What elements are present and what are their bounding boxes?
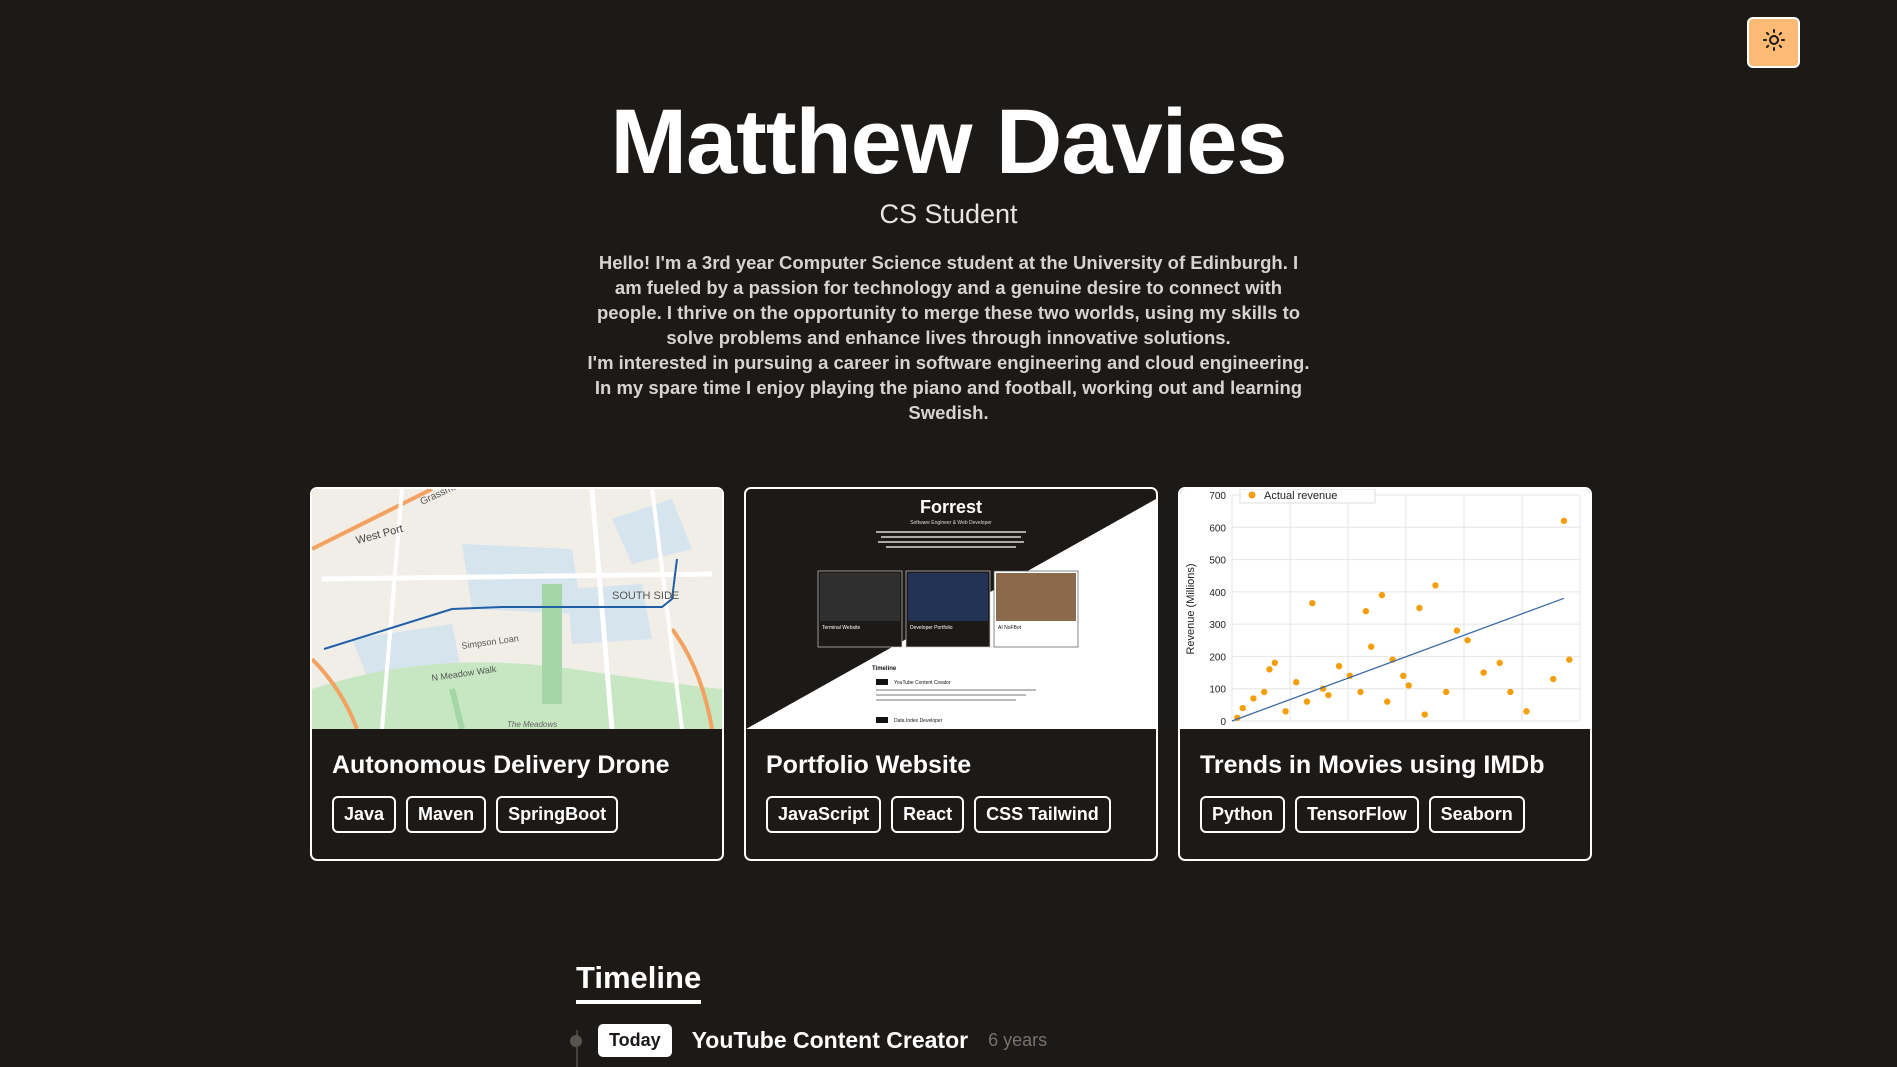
project-title: Portfolio Website [766, 751, 972, 779]
scatter-point [1384, 698, 1391, 705]
scatter-point [1566, 656, 1573, 663]
project-title: Autonomous Delivery Drone [332, 751, 670, 779]
tag-list: Python TensorFlow Seaborn [1200, 795, 1570, 834]
tag: JavaScript [766, 795, 882, 834]
y-tick-label: 100 [1209, 685, 1226, 696]
role-subtitle: CS Student [879, 199, 1018, 230]
project-card-delivery-drone[interactable]: Grassmarket West Port SOUTH SIDE Simpson… [310, 487, 724, 861]
scatter-point [1293, 679, 1300, 686]
scatter-point [1368, 643, 1375, 650]
timeline-entry-duration: 6 years [988, 1030, 1048, 1050]
tag: React [891, 795, 965, 834]
map-label: SOUTH SIDE [612, 590, 679, 602]
project-card-imdb-trends[interactable]: 0 100 200 300 400 500 600 700 Revenue (Millions… [1178, 487, 1592, 861]
mini-timeline-heading: Timeline [872, 666, 897, 672]
timeline-entry-title: YouTube Content Creator [691, 1027, 969, 1053]
timeline-heading: Timeline [576, 960, 702, 1004]
scatter-point [1309, 599, 1316, 607]
timeline-dot [570, 1034, 582, 1047]
project-card-portfolio[interactable]: Forrest Software Engineer & Web Develope… [744, 487, 1158, 861]
scatter-point [1260, 688, 1268, 696]
scatter-point [1421, 711, 1428, 718]
mini-card-title: Developer Portfolio [910, 625, 953, 631]
scatter-point [1357, 688, 1364, 696]
projects-grid: Grassmarket West Port SOUTH SIDE Simpson… [310, 487, 1592, 861]
trend-line [1231, 597, 1565, 722]
scatter-point [1239, 704, 1246, 712]
y-tick-label: 700 [1209, 491, 1226, 502]
scatter-point [1550, 675, 1557, 683]
bio-paragraph: Hello! I'm a 3rd year Computer Science s… [596, 252, 1301, 349]
scatter-point [1303, 698, 1311, 705]
timeline-entry: Today YouTube Content Creator 6 years [570, 1024, 1047, 1057]
scatter-point [1266, 666, 1273, 673]
map-label: The Meadows [507, 720, 557, 729]
scatter-point [1442, 688, 1450, 696]
y-tick-label: 400 [1209, 588, 1226, 599]
tag: TensorFlow [1295, 795, 1419, 834]
timeline-section: Timeline Today YouTube Content Creator 6… [570, 960, 1047, 1067]
site-subtitle: Software Engineer & Web Developer [910, 520, 992, 526]
scatter-point [1523, 708, 1530, 715]
scatter-point [1362, 608, 1370, 615]
hero: Matthew Davies CS Student Hello! I'm a 3… [0, 0, 1897, 425]
mini-timeline-item: YouTube Content Creator [894, 680, 951, 686]
tag-list: Java Maven SpringBoot [332, 795, 702, 834]
y-tick-label: 0 [1220, 717, 1226, 728]
tag: Python [1200, 795, 1285, 834]
project-thumbnail-map: Grassmarket West Port SOUTH SIDE Simpson… [312, 489, 722, 729]
bio-paragraph: I'm interested in pursuing a career in s… [587, 352, 1310, 424]
scatter-point [1507, 688, 1514, 696]
mini-card-title: AI NoFBot [998, 625, 1022, 631]
bio: Hello! I'm a 3rd year Computer Science s… [584, 250, 1314, 425]
tag: Maven [406, 795, 487, 834]
project-thumbnail-chart: 0 100 200 300 400 500 600 700 Revenue (Millions… [1180, 489, 1590, 729]
scatter-point [1250, 695, 1257, 702]
mini-card-title: Terminal Website [822, 625, 860, 631]
scatter-point [1405, 682, 1412, 689]
scatter-point [1496, 659, 1503, 667]
scatter-point [1378, 591, 1386, 599]
tag: Java [332, 795, 397, 834]
timeline-badge: Today [598, 1024, 672, 1057]
y-tick-label: 600 [1209, 523, 1226, 534]
scatter-point [1400, 672, 1407, 679]
y-tick-label: 500 [1209, 556, 1226, 567]
site-title: Forrest [920, 497, 982, 517]
scatter-point [1416, 604, 1423, 612]
scatter-point [1325, 691, 1332, 699]
page-title: Matthew Davies [610, 91, 1287, 193]
y-axis-label: Revenue (Millions) [1185, 563, 1197, 654]
tag: SpringBoot [496, 795, 619, 834]
legend-label: Actual revenue [1264, 490, 1337, 502]
y-tick-label: 300 [1209, 620, 1226, 631]
project-thumbnail-screenshot: Forrest Software Engineer & Web Develope… [746, 489, 1156, 729]
scatter-point [1464, 637, 1471, 644]
scatter-point [1282, 708, 1289, 715]
mini-timeline-item: Data Index Developer [894, 718, 943, 724]
y-tick-label: 200 [1209, 652, 1226, 663]
scatter-point [1432, 582, 1439, 589]
scatter-point [1453, 627, 1461, 634]
tag-list: JavaScript React CSS Tailwind [766, 795, 1136, 834]
scatter-chart: 0 100 200 300 400 500 600 700 Revenue (Millions… [1185, 489, 1581, 728]
tag: Seaborn [1428, 795, 1525, 834]
scatter-point [1335, 662, 1343, 670]
scatter-point [1480, 669, 1487, 676]
tag: CSS Tailwind [974, 795, 1111, 834]
scatter-point [1271, 659, 1279, 667]
project-title: Trends in Movies using IMDb [1200, 751, 1545, 779]
scatter-point [1560, 517, 1568, 525]
